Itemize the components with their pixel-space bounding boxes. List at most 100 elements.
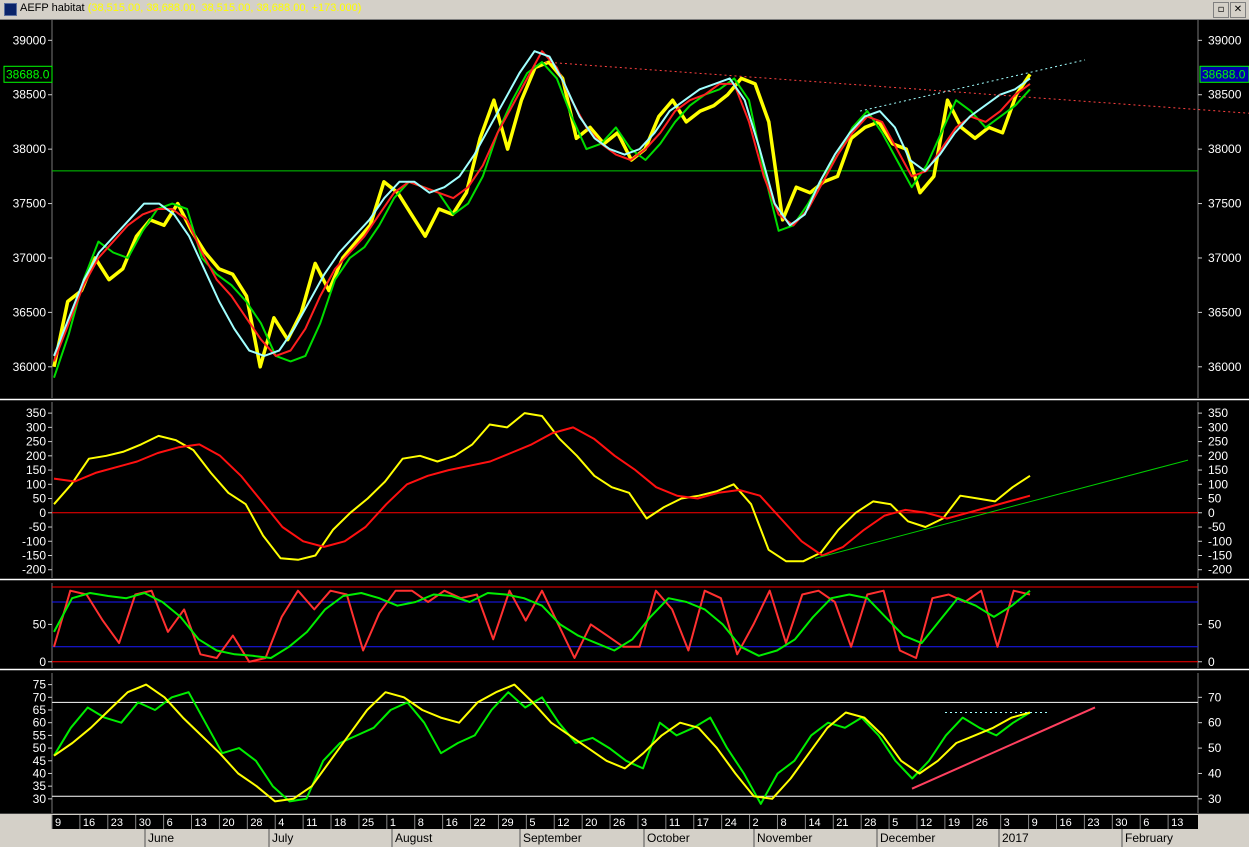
y-tick-label-right: 50	[1208, 741, 1222, 755]
x-day-label: 22	[474, 817, 486, 829]
y-tick-label-left: 100	[26, 477, 46, 491]
y-tick-label-left: 38500	[13, 88, 47, 102]
y-tick-label-left: -200	[22, 563, 46, 577]
y-tick-label-left: 350	[26, 406, 46, 420]
y-tick-label-right: 70	[1208, 690, 1222, 704]
y-tick-label-right: 200	[1208, 449, 1228, 463]
panel-rsi: 303540455055606570753040506070	[0, 673, 1249, 816]
x-day-label: 13	[195, 817, 207, 829]
y-tick-label-left: 65	[33, 703, 47, 717]
y-tick-label-left: 60	[33, 716, 47, 730]
restore-button[interactable]: ▫	[1213, 2, 1229, 18]
y-tick-label-right: 37500	[1208, 197, 1242, 211]
y-tick-label-right: 38000	[1208, 142, 1242, 156]
x-day-label: 14	[808, 817, 820, 829]
y-tick-label-right: 50	[1208, 492, 1222, 506]
x-day-label: 26	[613, 817, 625, 829]
x-day-label: 29	[501, 817, 513, 829]
x-month-label: July	[272, 831, 293, 845]
x-day-label: 28	[864, 817, 876, 829]
y-tick-label-left: 40	[33, 766, 47, 780]
x-month-label: 2017	[1002, 831, 1029, 845]
x-day-label: 11	[306, 817, 317, 829]
y-tick-label-right: -200	[1208, 563, 1232, 577]
x-month-label: November	[757, 831, 812, 845]
y-tick-label-left: 150	[26, 463, 46, 477]
last-value-label-left: 38688.0	[6, 67, 50, 81]
y-tick-label-right: 0	[1208, 506, 1215, 520]
x-month-label: February	[1125, 831, 1173, 845]
y-tick-label-right: 40	[1208, 766, 1222, 780]
x-month-label: August	[395, 831, 433, 845]
close-button[interactable]: ✕	[1230, 2, 1246, 18]
y-tick-label-right: -100	[1208, 534, 1232, 548]
x-day-label: 30	[139, 817, 151, 829]
y-tick-label-left: -50	[29, 520, 47, 534]
x-day-label: 24	[725, 817, 737, 829]
panel-price: 36000 36500 37000 37500 38000 38500 39000 36000…	[0, 20, 1249, 401]
y-tick-label-right: 38500	[1208, 88, 1242, 102]
y-tick-label-left: 300	[26, 420, 46, 434]
x-month-label: September	[523, 831, 582, 845]
x-day-label: 23	[111, 817, 123, 829]
x-day-label: 9	[55, 817, 61, 829]
x-day-label: 11	[669, 817, 680, 829]
y-tick-label-right: 36000	[1208, 360, 1242, 374]
x-day-label: 16	[83, 817, 95, 829]
y-tick-label-left: 30	[33, 792, 47, 806]
x-day-label: 20	[222, 817, 234, 829]
app-icon	[4, 3, 17, 16]
x-day-label: 19	[948, 817, 960, 829]
x-day-label: 3	[641, 817, 647, 829]
y-tick-label-right: 250	[1208, 435, 1228, 449]
y-tick-label-left: 50	[33, 492, 47, 506]
x-day-label: 2	[753, 817, 759, 829]
y-tick-label-right: 39000	[1208, 33, 1242, 47]
panel-oscillator-plot	[52, 402, 1198, 578]
x-day-label: 26	[976, 817, 988, 829]
x-day-label: 13	[1171, 817, 1183, 829]
chart-symbol-title: AEFP habitat	[20, 2, 85, 14]
y-tick-label-left: 70	[33, 690, 47, 704]
y-tick-label-right: 350	[1208, 406, 1228, 420]
x-day-label: 25	[362, 817, 374, 829]
y-tick-label-right: 300	[1208, 420, 1228, 434]
x-day-label: 5	[529, 817, 535, 829]
x-day-label: 17	[697, 817, 709, 829]
chart-area[interactable]: 3600036500370003750038000385003900036000…	[0, 20, 1249, 847]
y-tick-label-left: 38000	[13, 142, 47, 156]
y-tick-label-right: 37000	[1208, 251, 1242, 265]
x-day-label: 6	[167, 817, 173, 829]
x-day-label: 5	[892, 817, 898, 829]
panel-price-plot	[52, 20, 1198, 398]
x-day-label: 12	[920, 817, 932, 829]
y-tick-label-left: 200	[26, 449, 46, 463]
y-tick-label-left: 36500	[13, 305, 47, 319]
y-tick-label-left: 37000	[13, 251, 47, 265]
last-value-label-right: 38688.0	[1202, 67, 1246, 81]
y-tick-label-left: 37500	[13, 197, 47, 211]
y-tick-label-right: -150	[1208, 548, 1232, 562]
x-day-label: 6	[1143, 817, 1149, 829]
panel-rsi-plot	[52, 673, 1198, 813]
y-tick-label-left: 0	[39, 655, 46, 669]
y-tick-label-left: 75	[33, 678, 47, 692]
y-tick-label-left: 45	[33, 754, 47, 768]
x-day-label: 9	[1032, 817, 1038, 829]
x-day-label: 30	[1115, 817, 1127, 829]
y-tick-label-right: -50	[1208, 520, 1226, 534]
y-tick-label-left: 35	[33, 779, 47, 793]
y-tick-label-left: -150	[22, 548, 46, 562]
y-tick-label-right: 36500	[1208, 305, 1242, 319]
y-tick-label-left: 36000	[13, 360, 47, 374]
x-day-label: 16	[1059, 817, 1071, 829]
x-day-label: 12	[557, 817, 569, 829]
y-tick-label-left: 55	[33, 728, 47, 742]
x-day-label: 28	[250, 817, 262, 829]
y-tick-label-right: 30	[1208, 792, 1222, 806]
x-day-label: 3	[1004, 817, 1010, 829]
y-tick-label-left: 50	[33, 741, 47, 755]
title-bar: AEFP habitat (38,515.00, 38,688.00, 38,5…	[0, 0, 1249, 20]
x-day-label: 1	[390, 817, 396, 829]
x-day-label: 16	[446, 817, 458, 829]
